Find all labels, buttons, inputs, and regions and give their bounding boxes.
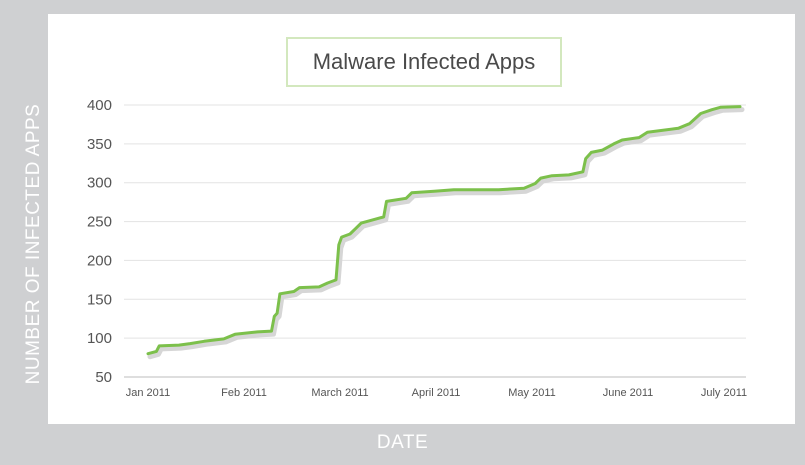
x-tick-label: Feb 2011: [221, 387, 267, 399]
y-tick-label: 50: [95, 369, 112, 386]
y-tick-label: 150: [87, 291, 112, 308]
x-tick-label: March 2011: [311, 387, 368, 399]
x-tick-label: Jan 2011: [126, 387, 170, 399]
chart-title: Malware Infected Apps: [312, 49, 536, 74]
x-tick-label: June 2011: [603, 387, 654, 399]
x-tick-labels: Jan 2011 Feb 2011 March 2011 April 2011 May …: [126, 387, 747, 399]
x-tick-label: April 2011: [412, 387, 461, 399]
y-tick-label: 200: [87, 252, 112, 269]
chart-title-box: Malware Infected Apps: [286, 37, 562, 87]
y-tick-label: 250: [87, 214, 112, 231]
y-tick-label: 100: [87, 330, 112, 347]
gridlines: [124, 104, 746, 378]
y-tick-label: 350: [87, 136, 112, 153]
x-axis-label: DATE: [376, 432, 429, 453]
y-axis-label: NUMBER OF INFECTED APPS: [23, 103, 44, 385]
series-line-shadow: [147, 107, 745, 360]
y-tick-labels: 50 100 150 200 250 300 350 400: [87, 97, 112, 386]
y-tick-label: 300: [87, 175, 112, 192]
x-tick-label: July 2011: [701, 387, 747, 399]
y-tick-label: 400: [87, 97, 112, 114]
x-tick-label: May 2011: [508, 387, 556, 399]
